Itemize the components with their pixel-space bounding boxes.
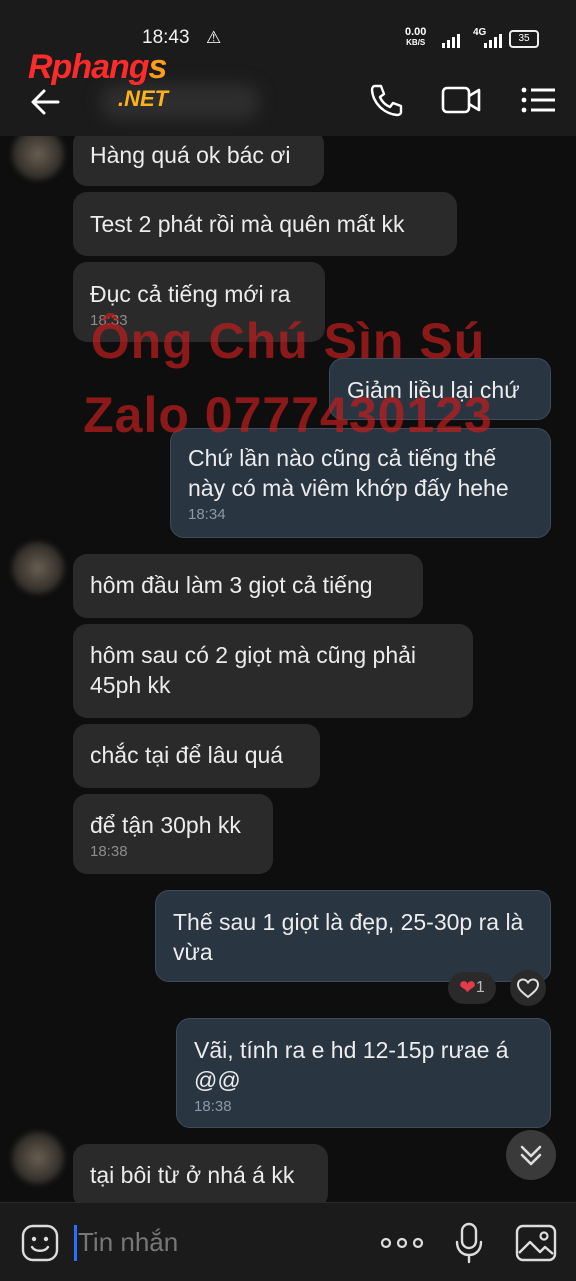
message-in[interactable]: Đục cả tiếng mới ra 18:33 (73, 262, 325, 342)
status-time: 18:43 (142, 27, 190, 48)
heart-outline-icon (516, 978, 540, 999)
message-composer: Tin nhắn (0, 1202, 576, 1281)
message-time: 18:33 (90, 312, 128, 329)
back-arrow-icon[interactable] (26, 82, 66, 122)
heart-icon: ❤ (459, 977, 476, 999)
video-call-icon[interactable] (440, 82, 482, 118)
net-speed-unit: KB/S (406, 38, 426, 47)
message-time: 18:34 (188, 506, 226, 523)
image-gallery-icon[interactable] (514, 1223, 558, 1263)
message-out[interactable]: Giảm liều lại chứ (329, 358, 551, 420)
message-list[interactable]: Hàng quá ok bác ơi Test 2 phát rồi mà qu… (0, 136, 576, 1202)
net-speed: 0.00 KB/S (405, 27, 426, 48)
microphone-icon[interactable] (452, 1221, 486, 1265)
phone-call-icon[interactable] (366, 80, 406, 120)
signal-icon (442, 30, 462, 48)
avatar[interactable] (12, 1132, 64, 1184)
warning-icon: ⚠ (206, 28, 222, 47)
battery-icon: 35 (509, 30, 539, 48)
chat-header: Rphangs .NET (0, 48, 576, 136)
message-in[interactable]: để tận 30ph kk 18:38 (73, 794, 273, 874)
react-button[interactable] (510, 970, 546, 1006)
message-in[interactable]: Hàng quá ok bác ơi (73, 136, 324, 186)
message-time: 18:38 (194, 1098, 232, 1115)
reaction-summary[interactable]: ❤1 (448, 972, 496, 1004)
more-options-icon[interactable] (378, 1229, 426, 1257)
message-input[interactable]: Tin nhắn (78, 1227, 178, 1258)
message-out[interactable]: Thế sau 1 giọt là đẹp, 25-30p ra là vừa (155, 890, 551, 982)
avatar[interactable] (12, 542, 64, 594)
scroll-to-bottom-button[interactable] (506, 1130, 556, 1180)
message-out[interactable]: Vãi, tính ra e hd 12-15p rưae á @@ 18:38 (176, 1018, 551, 1128)
message-in[interactable]: Test 2 phát rồi mà quên mất kk (73, 192, 457, 256)
watermark-logo: Rphangs (28, 48, 167, 86)
emoji-sticker-icon[interactable] (20, 1223, 60, 1263)
message-in[interactable]: tại bôi từ ở nhá á kk (73, 1144, 328, 1202)
message-out[interactable]: Chứ lần nào cũng cả tiếng thế này có mà … (170, 428, 551, 538)
net-speed-value: 0.00 (405, 26, 427, 38)
signal-icon-2 (484, 30, 504, 48)
message-in[interactable]: hôm sau có 2 giọt mà cũng phải 45ph kk (73, 624, 473, 718)
message-time: 18:38 (90, 843, 128, 860)
double-chevron-down-icon (520, 1145, 542, 1166)
watermark-logo-net: .NET (118, 86, 169, 111)
text-cursor (74, 1225, 77, 1261)
message-in[interactable]: chắc tại để lâu quá (73, 724, 320, 788)
message-in[interactable]: hôm đầu làm 3 giọt cả tiếng (73, 554, 423, 618)
menu-list-icon[interactable] (518, 82, 558, 118)
avatar[interactable] (12, 136, 64, 180)
